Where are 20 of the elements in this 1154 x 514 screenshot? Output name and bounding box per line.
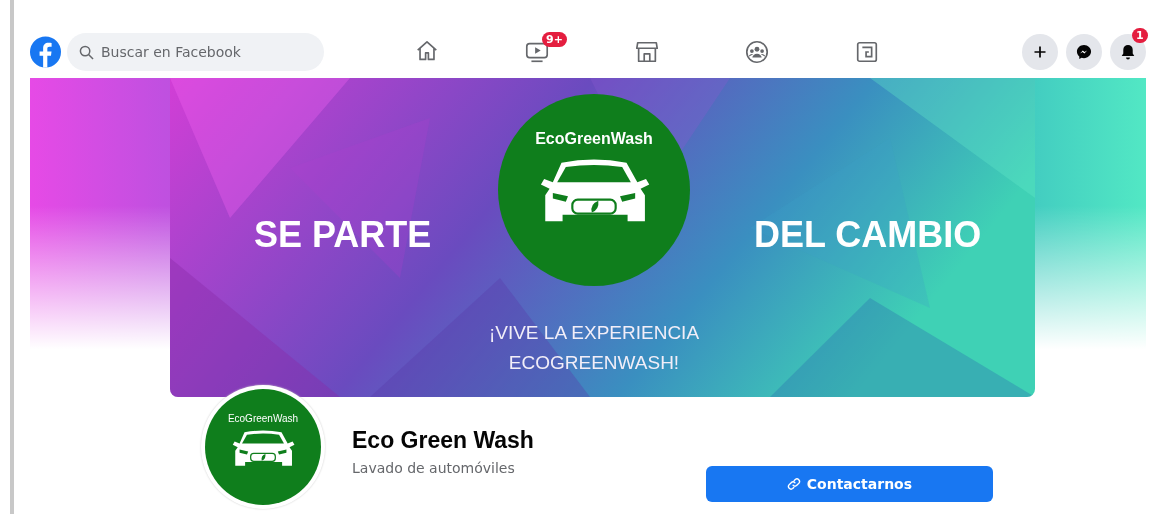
- groups-icon: [744, 39, 770, 65]
- notification-badge: 1: [1132, 28, 1148, 43]
- cover-headline: DEL CAMBIO: [754, 214, 982, 256]
- page-name: Eco Green Wash: [352, 427, 534, 454]
- gaming-icon: [854, 39, 880, 65]
- cover-headline: SE PARTE: [254, 214, 432, 256]
- cover-tagline: ECOGREENWASH!: [508, 351, 680, 375]
- page-category: Lavado de automóviles: [352, 460, 516, 476]
- toolbar-button[interactable]: [1066, 34, 1102, 70]
- toolbar-button[interactable]: [1022, 34, 1058, 70]
- logo-text: EcoGreenWash: [227, 413, 299, 424]
- nav-tab[interactable]: 9+: [482, 30, 592, 74]
- store-icon: [634, 39, 660, 65]
- cover-tagline: ¡VIVE LA EXPERIENCIA: [488, 321, 700, 345]
- notification-badge: 9+: [542, 32, 567, 47]
- search-field[interactable]: Buscar en Facebook: [67, 33, 324, 71]
- contact-button[interactable]: Contactarnos: [705, 466, 993, 502]
- logo-text: EcoGreenWash: [535, 130, 653, 148]
- link-icon: [786, 477, 801, 491]
- facebook-logo[interactable]: [30, 35, 61, 69]
